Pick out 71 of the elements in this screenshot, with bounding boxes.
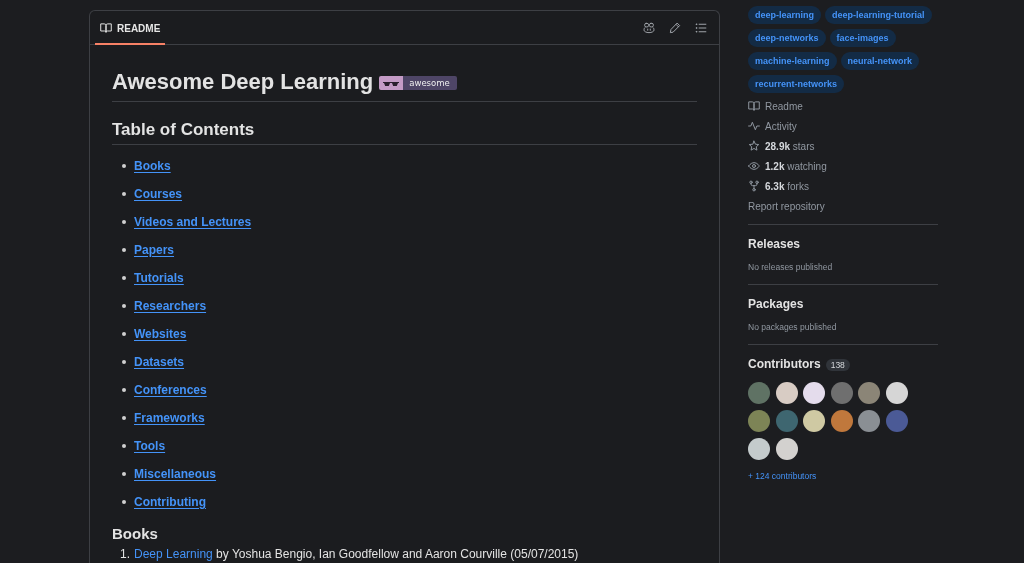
book-link[interactable]: Deep Learning [134, 547, 213, 561]
star-icon [748, 140, 760, 152]
topic-tag[interactable]: neural-network [840, 52, 920, 70]
sidebar-link[interactable]: 6.3k forks [748, 176, 809, 196]
bullet-icon [122, 472, 126, 476]
toc-link[interactable]: Tools [134, 438, 166, 454]
list-number: 1. [120, 547, 130, 561]
section-heading: Table of Contents [112, 119, 697, 145]
bullet-icon [122, 388, 126, 392]
topic-tag[interactable]: deep-learning [748, 6, 821, 24]
bullet-icon [122, 304, 126, 308]
book-entry: Deep Learning by Yoshua Bengio, Ian Goodfellow and Aaron Courville (05/07/2015) [134, 547, 579, 561]
list-icon[interactable] [695, 21, 707, 34]
toc-link[interactable]: Conferences [134, 382, 207, 398]
bullet-icon [122, 220, 126, 224]
section-heading[interactable]: Contributors [748, 357, 821, 372]
toc-link[interactable]: Websites [134, 326, 187, 342]
eye-icon [748, 160, 760, 172]
readme-tab[interactable]: README [95, 11, 166, 45]
pulse-icon [748, 120, 760, 132]
toc-link[interactable]: Researchers [134, 298, 207, 314]
topic-tag[interactable]: deep-networks [748, 29, 826, 47]
bullet-icon [122, 164, 126, 168]
section-heading[interactable]: Releases [748, 237, 801, 252]
avatar-placeholder[interactable] [803, 409, 826, 432]
bullet-icon [122, 192, 126, 196]
section-heading: Books [112, 524, 159, 543]
section-heading[interactable]: Packages [748, 297, 804, 312]
sidebar-link[interactable]: 1.2k watching [748, 156, 827, 176]
book-icon [100, 22, 112, 34]
avatar-placeholder[interactable] [803, 381, 826, 404]
topic-tag[interactable]: face-images [829, 29, 896, 47]
badge-label: awesome [403, 75, 457, 90]
empty-note: No packages published [748, 322, 837, 333]
count-badge: 138 [825, 358, 850, 371]
bullet-icon [122, 332, 126, 336]
topic-tag[interactable]: deep-learning-tutorial [825, 6, 932, 24]
avatar-placeholder[interactable] [885, 381, 908, 404]
toc-link[interactable]: Videos and Lectures [134, 214, 252, 230]
fork-icon [748, 180, 760, 192]
avatar-placeholder[interactable] [858, 409, 881, 432]
avatar-placeholder[interactable] [748, 437, 770, 460]
avatar-placeholder[interactable] [775, 381, 798, 404]
topic-tag[interactable]: recurrent-networks [748, 75, 845, 93]
readme-title: Awesome Deep Learning [112, 68, 374, 96]
bullet-icon [122, 360, 126, 364]
bullet-icon [122, 276, 126, 280]
toc-link[interactable]: Contributing [134, 494, 206, 510]
bullet-icon [122, 416, 126, 420]
edit-icon[interactable] [669, 21, 681, 34]
sidebar-link[interactable]: 28.9k stars [748, 136, 815, 156]
book-icon [748, 100, 760, 112]
sidebar-link[interactable]: Report repository [748, 196, 825, 216]
bot-face-icon[interactable] [643, 21, 655, 34]
toc-link[interactable]: Miscellaneous [134, 466, 217, 482]
avatar-placeholder[interactable] [775, 437, 798, 460]
contributors-link[interactable]: + 124 contributors [748, 470, 817, 482]
toc-link[interactable]: Books [134, 158, 171, 174]
sidebar-link[interactable]: Readme [748, 96, 803, 116]
bullet-icon [122, 444, 126, 448]
toc-link[interactable]: Datasets [134, 354, 185, 370]
sidebar-link[interactable]: Activity [748, 116, 797, 136]
sunglasses-icon [379, 75, 404, 90]
toc-link[interactable]: Papers [134, 242, 175, 258]
toc-link[interactable]: Tutorials [134, 270, 184, 286]
topic-tag[interactable]: machine-learning [748, 52, 837, 70]
bullet-icon [122, 500, 126, 504]
empty-note: No releases published [748, 262, 833, 273]
bullet-icon [122, 248, 126, 252]
toc-link[interactable]: Frameworks [134, 410, 205, 426]
toc-link[interactable]: Courses [134, 186, 183, 202]
